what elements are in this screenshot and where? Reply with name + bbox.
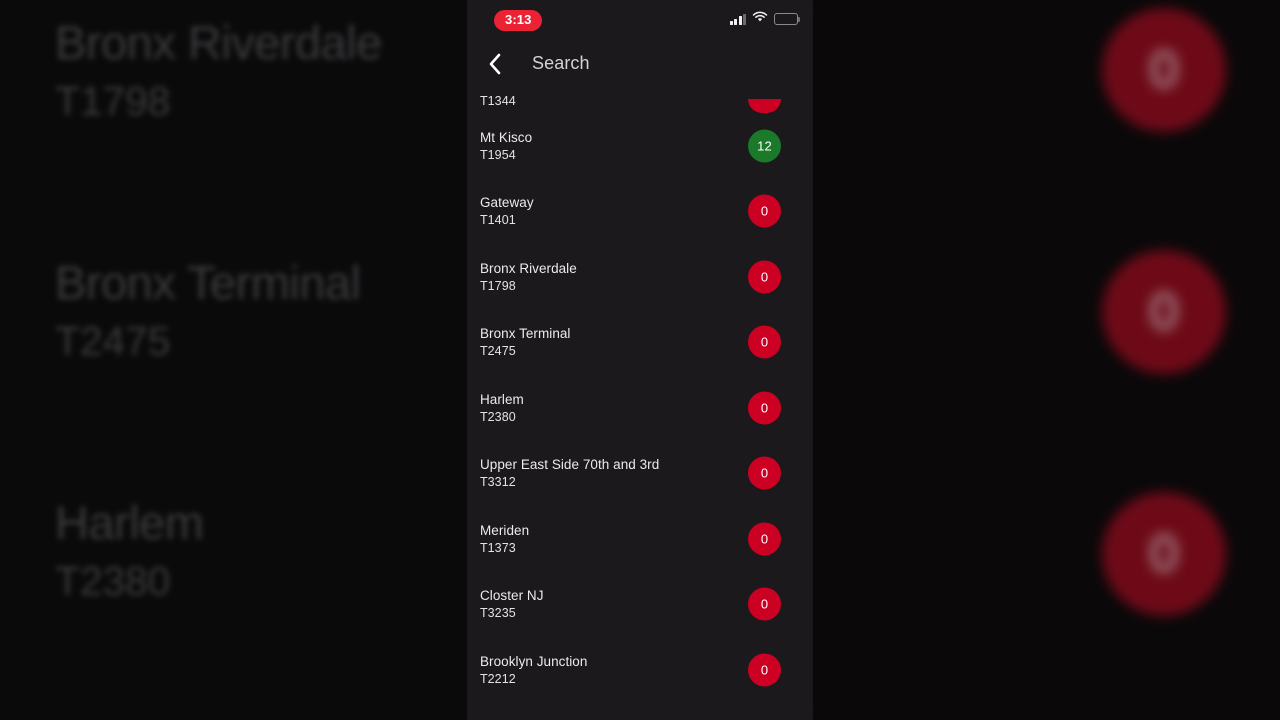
list-item-code: T3235 [480,606,516,621]
status-badge: 0 [748,653,781,687]
background-row: Bronx Terminal T2475 [55,258,470,364]
status-badge: 0 [748,522,781,556]
status-bar-icons [729,10,801,28]
list-item-code: T2380 [480,409,516,424]
list-item-code: T1798 [480,278,516,293]
screen-root: Bronx Riverdale T1798 Bronx Terminal T24… [0,0,1280,720]
list-item-text: Mt Kisco T1954 [480,129,532,163]
list-item-name: Bronx Terminal [480,326,571,342]
list-item-code: T1954 [480,147,516,162]
background-row: Bronx Riverdale T1798 [55,18,470,124]
list-item-text: Harlem T2380 [480,391,524,425]
status-badge: 0 [748,325,781,359]
list-item-text: Gateway T1401 [480,194,534,228]
list-item-name: Closter NJ [480,588,544,604]
list-item[interactable]: Brooklyn Junction T2212 0 [467,637,813,703]
background-row-code: T2475 [55,318,171,365]
list-item[interactable]: T1344 [467,87,813,113]
back-chevron-icon[interactable] [481,51,507,77]
background-badge: 0 [1102,8,1226,132]
background-row-code: T1798 [55,78,171,125]
list-item-text: Bronx Riverdale T1798 [480,260,577,294]
list-item-code: T3312 [480,475,516,490]
status-bar-time-pill: 3:13 [494,10,543,31]
list-item-name: Bronx Riverdale [480,260,577,276]
cellular-signal-icon [729,13,746,25]
background-row-name: Harlem [55,496,204,549]
list-item-text: Brooklyn Junction T2212 [480,653,587,687]
list-item-name: Brooklyn Junction [480,653,588,669]
status-badge: 12 [748,129,781,163]
status-bar: 3:13 [467,0,813,40]
list-item-name: Gateway [480,195,534,211]
phone-screen-panel: 3:13 Search T1344 Mt Kisco T1954 12 Gate… [467,0,813,720]
list-item-name: Mt Kisco [480,129,533,145]
list-item[interactable]: Bronx Terminal T2475 0 [467,310,813,376]
list-item[interactable]: Gateway T1401 0 [467,179,813,245]
background-row-code: T2380 [55,558,171,605]
navigation-bar: Search [467,40,813,87]
background-row-name: Bronx Terminal [55,256,361,309]
status-badge: 0 [748,587,781,621]
list-item-code: T2212 [480,671,516,686]
background-right-zoomed-badges: 0 0 0 [813,0,1280,720]
list-item-code: T1401 [480,213,516,228]
list-item-name: Meriden [480,522,530,538]
list-item-text: Closter NJ T3235 [480,587,544,621]
status-badge: 0 [748,456,781,490]
list-item[interactable]: Harlem T2380 0 [467,375,813,441]
list-item-name: Upper East Side 70th and 3rd [480,457,660,473]
list-item-code: T2475 [480,344,516,359]
list-item-text: Bronx Terminal T2475 [480,325,571,359]
battery-low-icon [774,13,801,25]
list-item[interactable]: Upper East Side 70th and 3rd T3312 0 [467,441,813,507]
wifi-icon [752,10,768,28]
list-item-name: Harlem [480,391,524,407]
status-badge: 0 [748,260,781,294]
status-badge: 0 [748,391,781,425]
list-item-text: Meriden T1373 [480,522,529,556]
list-item-code: T1344 [480,94,516,108]
status-badge [748,99,781,113]
list-item[interactable]: Meriden T1373 0 [467,506,813,572]
status-badge: 0 [748,194,781,228]
list-item[interactable]: Bronx Riverdale T1798 0 [467,244,813,310]
list-item-text: Upper East Side 70th and 3rd T3312 [480,456,659,490]
search-results-list[interactable]: T1344 Mt Kisco T1954 12 Gateway T1401 0 [467,87,813,720]
page-title: Search [532,53,590,73]
background-row: Harlem T2380 [55,498,470,604]
list-item-code: T1373 [480,540,516,555]
list-item[interactable]: Closter NJ T3235 0 [467,572,813,638]
background-row-name: Bronx Riverdale [55,16,382,69]
background-badge: 0 [1102,492,1226,616]
background-badge: 0 [1102,250,1226,374]
background-left-zoomed-list: Bronx Riverdale T1798 Bronx Terminal T24… [0,0,470,720]
list-item-text: T1344 [480,92,516,109]
list-item[interactable]: Mt Kisco T1954 12 [467,113,813,179]
